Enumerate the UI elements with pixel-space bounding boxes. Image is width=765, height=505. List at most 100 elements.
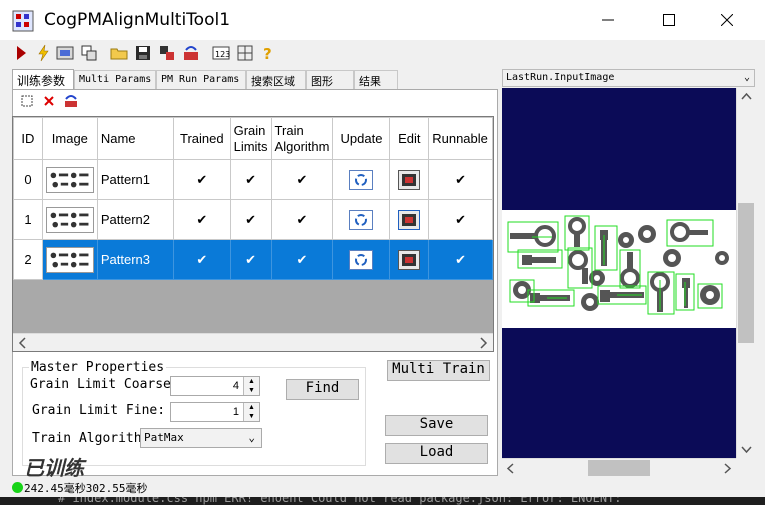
settings-icon[interactable] [158, 44, 176, 62]
app-window: CogPMAlignMultiTool1 123 ? 训练参数 Multi Pa… [0, 0, 765, 500]
import-pattern-icon[interactable] [63, 93, 79, 109]
col-header[interactable]: Image [41, 117, 98, 160]
col-header[interactable]: Name [96, 117, 175, 160]
pattern-table: ID Image Name Trained Grain Limits Train… [13, 117, 493, 280]
tab-train-params[interactable]: 训练参数 [12, 69, 74, 90]
runnable-check[interactable]: ✔ [428, 159, 493, 200]
tab-label: 训练参数 [17, 74, 66, 88]
help-icon[interactable]: ? [258, 44, 276, 62]
pattern-thumbnail [45, 246, 94, 273]
table-row[interactable]: 1 Pattern2 ✔ ✔ ✔ ✔ [13, 199, 493, 240]
scroll-up-icon[interactable] [738, 89, 755, 103]
update-button[interactable] [349, 209, 374, 230]
status-bar: 242.45毫秒302.55毫秒 [0, 477, 765, 497]
run-icon[interactable] [12, 44, 30, 62]
maximize-button[interactable] [646, 0, 692, 40]
delete-pattern-icon[interactable] [41, 93, 57, 109]
tab-label: 图形 [311, 76, 333, 88]
col-header[interactable]: Runnable [428, 117, 493, 160]
grain-fine-spinner[interactable]: 1 ▲ ▼ [170, 402, 260, 422]
scroll-down-icon[interactable] [738, 443, 755, 457]
col-header[interactable]: Grain Limits [229, 117, 272, 160]
name-cell: Pattern2 [96, 199, 175, 240]
pattern-thumbnail [45, 166, 94, 193]
col-header[interactable]: Train Algorithm [270, 117, 334, 160]
new-pattern-icon[interactable] [19, 93, 35, 109]
name-cell: Pattern3 [96, 239, 175, 280]
spinner-arrows-icon[interactable]: ▲ ▼ [243, 403, 259, 421]
train-algorithm-select[interactable]: PatMax ⌄ [140, 428, 262, 448]
refresh-icon [355, 173, 368, 186]
scroll-left-icon[interactable] [504, 460, 518, 477]
close-icon [721, 14, 733, 26]
minimize-button[interactable] [585, 0, 631, 40]
tab-search-region[interactable]: 搜索区域 [246, 70, 306, 89]
table-row-selected[interactable]: 2 Pattern3 ✔ ✔ ✔ ✔ [13, 239, 493, 280]
train-algorithm-check[interactable]: ✔ [270, 239, 334, 280]
scroll-left-icon[interactable] [16, 335, 30, 351]
update-cell [332, 159, 391, 200]
record-icon[interactable] [80, 44, 98, 62]
id-cell: 1 [13, 199, 43, 240]
algorithm-label: Train Algorith [32, 431, 140, 446]
col-header[interactable]: Edit [389, 117, 430, 160]
background-terminal-text: # index.module.css npm ERR! enoent Could… [58, 497, 622, 505]
chevron-down-icon: ⌄ [248, 431, 255, 444]
scroll-right-icon[interactable] [720, 460, 734, 477]
multi-train-button[interactable]: Multi Train [387, 360, 490, 381]
col-header[interactable]: Trained [173, 117, 231, 160]
save-icon[interactable] [134, 44, 152, 62]
table-row[interactable]: 0 Pattern1 ✔ ✔ ✔ ✔ [13, 159, 493, 200]
scrollbar-thumb[interactable] [588, 460, 650, 476]
open-folder-icon[interactable] [110, 44, 128, 62]
runnable-check[interactable]: ✔ [428, 239, 493, 280]
close-button[interactable] [704, 0, 750, 40]
fine-label: Grain Limit Fine: [32, 403, 166, 418]
grid-icon[interactable] [236, 44, 254, 62]
id-cell: 2 [13, 239, 43, 280]
load-button[interactable]: Load [385, 443, 488, 464]
train-algorithm-check[interactable]: ✔ [270, 159, 334, 200]
col-header[interactable]: ID [13, 117, 43, 160]
grain-coarse-spinner[interactable]: 4 ▲ ▼ [170, 376, 260, 396]
image-selector-value: LastRun.InputImage [506, 72, 615, 83]
grain-limits-check[interactable]: ✔ [229, 159, 272, 200]
grain-limits-check[interactable]: ✔ [229, 199, 272, 240]
image-display-icon[interactable] [56, 44, 74, 62]
image-selector[interactable]: LastRun.InputImage ⌄ [502, 69, 755, 87]
reset-icon[interactable] [182, 44, 200, 62]
find-button[interactable]: Find [286, 379, 359, 400]
grid-horizontal-scrollbar[interactable] [13, 333, 493, 351]
runnable-check[interactable]: ✔ [428, 199, 493, 240]
image-display[interactable] [502, 88, 736, 458]
name-cell: Pattern1 [96, 159, 175, 200]
save-button[interactable]: Save [385, 415, 488, 436]
coarse-label: Grain Limit Coarse: [30, 377, 179, 392]
update-button[interactable] [349, 169, 374, 190]
edit-button[interactable] [398, 249, 421, 270]
tab-multi-params[interactable]: Multi Params [74, 70, 156, 89]
edit-button[interactable] [398, 169, 421, 190]
grain-limits-check[interactable]: ✔ [229, 239, 272, 280]
window-title: CogPMAlignMultiTool1 [44, 10, 231, 30]
tab-pm-run-params[interactable]: PM Run Params [156, 70, 246, 89]
scrollbar-thumb[interactable] [738, 203, 754, 343]
tab-graphics[interactable]: 图形 [306, 70, 354, 89]
edit-cell [389, 159, 430, 200]
title-bar: CogPMAlignMultiTool1 [0, 0, 765, 40]
counter-icon[interactable]: 123 [212, 44, 230, 62]
electric-run-icon[interactable] [34, 44, 52, 62]
app-icon [12, 10, 34, 32]
train-algorithm-check[interactable]: ✔ [270, 199, 334, 240]
chevron-down-icon: ⌄ [743, 72, 750, 83]
scroll-right-icon[interactable] [476, 335, 490, 351]
spinner-arrows-icon[interactable]: ▲ ▼ [243, 377, 259, 395]
tab-results[interactable]: 结果 [354, 70, 398, 89]
edit-button[interactable] [398, 209, 421, 230]
update-button[interactable] [349, 249, 374, 270]
edit-pattern-icon [402, 173, 417, 186]
image-vertical-scrollbar[interactable] [736, 88, 755, 458]
trained-check: ✔ [173, 159, 231, 200]
image-horizontal-scrollbar[interactable] [502, 458, 736, 477]
col-header[interactable]: Update [332, 117, 391, 160]
